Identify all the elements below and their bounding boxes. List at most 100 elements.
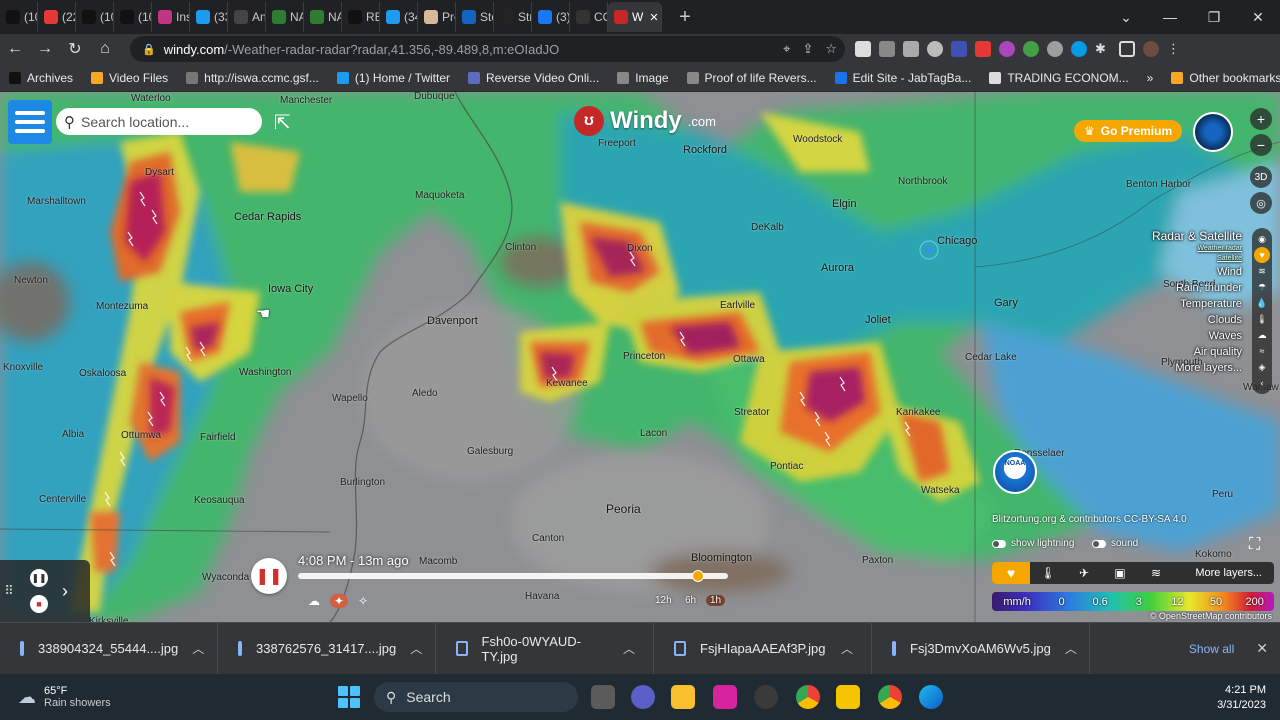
back-button[interactable]: ← — [0, 40, 30, 58]
bookmark-item[interactable]: Image — [608, 71, 677, 85]
waves-layer-icon[interactable]: ≈ — [1260, 343, 1265, 359]
extension-icon[interactable] — [999, 41, 1015, 57]
download-item[interactable]: Fsj3DmvXoAM6Wv5.jpg ︿ — [872, 622, 1090, 675]
app-icon[interactable] — [754, 685, 778, 709]
layer-more-layers[interactable]: More layers... — [1152, 360, 1242, 376]
browser-tab[interactable]: (10) — [76, 2, 114, 32]
range-12h-button[interactable]: 12h — [655, 595, 672, 606]
bookmark-item[interactable]: (1) Home / Twitter — [328, 71, 459, 85]
instagram-app-icon[interactable] — [713, 685, 737, 709]
download-item[interactable]: Fsh0o-0WYAUD-TY.jpg ︿ — [436, 622, 654, 675]
bookmark-item[interactable]: Edit Site - JabTagBa... — [826, 71, 981, 85]
file-explorer-icon[interactable] — [671, 685, 695, 709]
thermometer-icon[interactable]: 🌡 — [1256, 311, 1267, 327]
layer-satellite[interactable]: Satellite — [1152, 254, 1242, 264]
chevron-up-icon[interactable]: ︿ — [623, 640, 635, 657]
puzzle-extensions-icon[interactable]: ✱ — [1095, 41, 1111, 57]
chevron-up-icon[interactable]: ︿ — [192, 640, 204, 657]
browser-tab[interactable]: Stre — [494, 2, 532, 32]
sound-toggle[interactable]: sound — [1092, 538, 1138, 549]
layer-radar-satellite[interactable]: Radar & Satellite — [1152, 228, 1242, 244]
close-tab-icon[interactable]: ✕ — [649, 11, 658, 24]
cloud-icon[interactable]: ☁ — [308, 594, 320, 608]
browser-tab[interactable]: NATI — [266, 2, 304, 32]
chevron-left-icon[interactable]: ‹ — [1261, 375, 1264, 391]
range-6h-button[interactable]: 6h — [685, 595, 696, 606]
download-item[interactable]: 338904324_55444....jpg ︿ — [0, 622, 218, 675]
browser-tab[interactable]: Anni — [228, 2, 266, 32]
close-window-icon[interactable]: ✕ — [1236, 9, 1280, 26]
pause-animation-button[interactable]: ❚❚ — [251, 558, 287, 594]
extension-icon[interactable] — [855, 41, 871, 57]
browser-tab[interactable]: (3) F — [532, 2, 570, 32]
browser-tab[interactable]: (33) — [190, 2, 228, 32]
chevron-up-icon[interactable]: ︿ — [1065, 640, 1077, 657]
user-avatar[interactable] — [1193, 112, 1233, 152]
taskbar-search-box[interactable]: ⚲ Search — [374, 682, 578, 712]
bookmark-item[interactable]: Reverse Video Onli... — [459, 71, 608, 85]
bookmark-item[interactable]: TRADING ECONOM... — [980, 71, 1137, 85]
thermometer-icon[interactable]: 🌡 — [1030, 566, 1066, 580]
profile-avatar[interactable] — [1143, 41, 1159, 57]
extension-icon[interactable] — [1023, 41, 1039, 57]
chevron-up-icon[interactable]: ︿ — [841, 640, 853, 657]
webcam-icon[interactable]: ▣ — [1102, 566, 1138, 580]
browser-tab[interactable]: (34) — [380, 2, 418, 32]
cloud-layer-icon[interactable]: ☁ — [1258, 327, 1267, 343]
radar-layer-icon[interactable]: ♥ — [1254, 247, 1270, 263]
wind-layer-icon[interactable]: ≋ — [1258, 263, 1266, 279]
menu-kebab-icon[interactable]: ⋮ — [1167, 41, 1183, 57]
browser-tab[interactable]: COD — [570, 2, 608, 32]
edge-icon[interactable] — [919, 685, 943, 709]
bookmark-item[interactable]: Video Files — [82, 71, 177, 85]
3d-view-button[interactable]: 3D — [1250, 166, 1272, 188]
zoom-in-button[interactable]: + — [1250, 108, 1272, 130]
show-all-downloads-link[interactable]: Show all — [1189, 642, 1234, 656]
extension-icon[interactable] — [1047, 41, 1063, 57]
windows-start-icon[interactable] — [338, 686, 360, 708]
task-view-icon[interactable] — [591, 685, 615, 709]
extension-icon[interactable] — [879, 41, 895, 57]
layer-temperature[interactable]: Temperature — [1152, 296, 1242, 312]
forward-button[interactable]: → — [30, 40, 60, 58]
minimize-icon[interactable]: — — [1148, 9, 1192, 26]
browser-tab[interactable]: REST — [342, 2, 380, 32]
bookmarks-overflow[interactable]: » — [1138, 71, 1163, 85]
favorites-heart-icon[interactable]: ♥ — [992, 562, 1030, 584]
range-1h-button[interactable]: 1h — [706, 595, 726, 606]
download-item[interactable]: 338762576_31417....jpg ︿ — [218, 622, 436, 675]
bookmark-item[interactable]: Proof of life Revers... — [678, 71, 826, 85]
layer-weather-radar[interactable]: Weather radar — [1152, 244, 1242, 254]
maximize-icon[interactable]: ❐ — [1192, 9, 1236, 26]
other-bookmarks[interactable]: Other bookmarks — [1162, 71, 1280, 85]
rain-layer-icon[interactable]: ☂ — [1258, 279, 1266, 295]
show-lightning-toggle[interactable]: show lightning — [992, 538, 1074, 549]
system-clock[interactable]: 4:21 PM 3/31/2023 — [1217, 683, 1266, 713]
reload-button[interactable]: ↻ — [60, 39, 90, 59]
chevron-up-icon[interactable]: ︿ — [410, 640, 422, 657]
location-blocked-icon[interactable]: ⌖ — [783, 41, 790, 57]
browser-tab[interactable]: Insta — [152, 2, 190, 32]
bookmark-star-icon[interactable]: ☆ — [825, 41, 837, 57]
browser-tab[interactable]: (10) — [114, 2, 152, 32]
browser-tab[interactable]: (10) — [0, 2, 38, 32]
sticky-notes-icon[interactable] — [836, 685, 860, 709]
extension-icon[interactable] — [951, 41, 967, 57]
lightning-icon[interactable]: ✧ — [358, 594, 368, 608]
weather-widget[interactable]: ☁ 65°F Rain showers — [18, 685, 111, 709]
address-bar[interactable]: 🔒 windy.com/-Weather-radar-radar?radar,4… — [130, 36, 845, 62]
wind-gust-icon[interactable]: ≋ — [1138, 566, 1174, 580]
share-page-icon[interactable]: ⇪ — [802, 41, 813, 57]
layer-air-quality[interactable]: Air quality — [1152, 344, 1242, 360]
share-icon[interactable]: ⇱ — [274, 110, 291, 135]
drop-layer-icon[interactable]: 💧 — [1256, 295, 1267, 311]
layer-clouds[interactable]: Clouds — [1152, 312, 1242, 328]
new-tab-button[interactable]: + — [670, 6, 700, 29]
globe-icon[interactable]: ◎ — [1250, 192, 1272, 214]
bookmark-item[interactable]: http://iswa.ccmc.gsf... — [177, 71, 328, 85]
stop-icon[interactable]: ■ — [30, 595, 48, 613]
fullscreen-icon[interactable]: ⛶ — [1249, 536, 1260, 554]
extension-icon[interactable] — [975, 41, 991, 57]
windy-logo[interactable]: ʊ Windy .com — [574, 106, 716, 136]
chrome-icon[interactable] — [796, 685, 820, 709]
